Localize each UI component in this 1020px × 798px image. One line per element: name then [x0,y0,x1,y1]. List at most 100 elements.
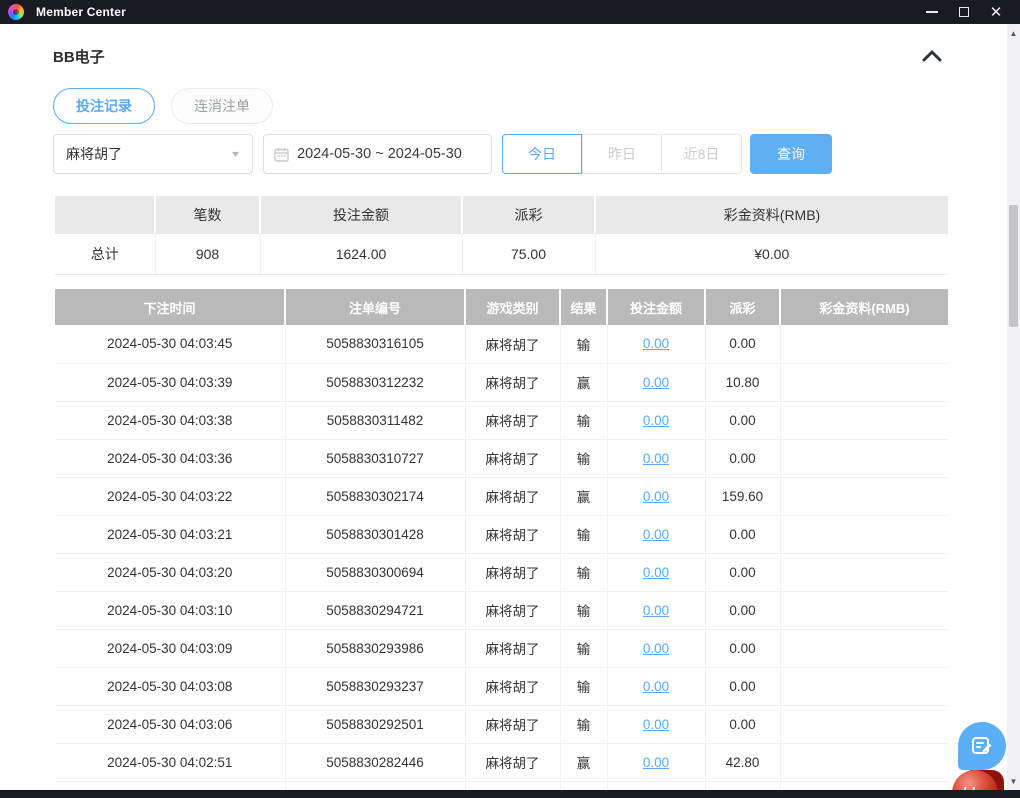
quick-range-8days[interactable]: 近8日 [662,134,742,174]
summary-total-label: 总计 [55,234,156,275]
collapse-section-button[interactable] [918,44,946,68]
payout-cell: 0.00 [705,515,781,554]
bet-amount-link[interactable]: 0.00 [643,413,669,428]
summary-total-payout: 75.00 [462,234,596,275]
payout-cell: 10.80 [705,363,781,402]
bet-amount-link[interactable]: 0.00 [643,717,669,732]
chevron-up-icon [922,50,942,62]
bet-amount-cell: 0.00 [607,705,706,744]
summary-total-bet-amount: 1624.00 [260,234,463,275]
result-cell [560,781,608,790]
bet-amount-link[interactable]: 0.00 [643,679,669,694]
order-id-cell [285,781,466,790]
query-button[interactable]: 查询 [750,134,832,174]
table-row: 2024-05-30 04:03:10 5058830294721 麻将胡了输 0.0… [55,591,948,630]
payout-cell: 0.00 [705,629,781,668]
bet-amount-link[interactable]: 0.00 [643,603,669,618]
filter-bar: 麻将胡了 ▼ 2024-05-30 ~ 2024-05-30 今日 昨日 近8日… [53,134,832,174]
bet-amount-cell: 0.00 [607,667,706,706]
feedback-button[interactable] [958,722,1006,770]
summary-header-payout: 派彩 [462,196,596,234]
game-type-cell: 麻将胡了 [465,667,561,706]
table-row: 2024-05-30 04:03:22 5058830302174 麻将胡了赢 0.0… [55,477,948,516]
header-payout: 派彩 [705,289,781,325]
bet-amount-cell: 0.00 [607,477,706,516]
bonus-cell [780,477,948,516]
bet-time-cell: 2024-05-30 04:03:08 [55,667,286,706]
bet-amount-cell: 0.00 [607,439,706,478]
scroll-up-arrow-icon[interactable]: ▲ [1007,26,1020,40]
bet-amount-cell: 0.00 [607,515,706,554]
bet-amount-cell: 0.00 [607,743,706,782]
bet-amount-cell: 0.00 [607,363,706,402]
summary-header-empty [55,196,156,234]
bet-amount-cell: 0.00 [607,325,706,364]
result-cell: 赢 [560,363,608,402]
bbn-logo-button[interactable]: bbn [950,768,1006,790]
payout-cell: 0.00 [705,667,781,706]
bet-records-table: 下注时间 注单编号 游戏类别 结果 投注金额 派彩 彩金资料(RMB) 2024… [55,289,948,790]
header-order-id: 注单编号 [285,289,466,325]
order-id-cell: 5058830301428 [285,515,466,554]
scroll-down-arrow-icon[interactable]: ▼ [1007,774,1020,788]
table-row: 2024-05-30 04:03:09 5058830293986 麻将胡了输 0.0… [55,629,948,668]
quick-range-today-label: 今日 [528,146,556,162]
bonus-cell [780,515,948,554]
game-select[interactable]: 麻将胡了 ▼ [53,134,253,174]
app-logo-icon [8,4,24,20]
result-cell: 输 [560,629,608,668]
tab-bet-records[interactable]: 投注记录 [53,88,155,124]
game-type-cell: 麻将胡了 [465,439,561,478]
header-bet-amount: 投注金额 [607,289,706,325]
payout-cell: 0.00 [705,705,781,744]
bet-amount-link[interactable]: 0.00 [643,527,669,542]
table-row: 2024-05-30 04:03:45 5058830316105 麻将胡了输 0.0… [55,325,948,364]
maximize-button[interactable] [948,0,980,24]
quick-range-yesterday[interactable]: 昨日 [582,134,662,174]
game-type-cell: 麻将胡了 [465,325,561,364]
bet-amount-link[interactable]: 0.00 [643,336,669,351]
bet-amount-link[interactable]: 0.00 [643,641,669,656]
bet-amount-link[interactable]: 0.00 [643,451,669,466]
result-cell: 输 [560,553,608,592]
tab-cascade-orders[interactable]: 连消注单 [171,88,273,124]
bet-amount-link[interactable]: 0.00 [643,565,669,580]
minimize-button[interactable] [916,0,948,24]
order-id-cell: 5058830310727 [285,439,466,478]
header-game-type: 游戏类别 [465,289,561,325]
page-title: BB电子 [53,49,105,66]
order-id-cell: 5058830300694 [285,553,466,592]
payout-cell [705,781,781,790]
bonus-cell [780,401,948,440]
order-id-cell: 5058830292501 [285,705,466,744]
summary-table: 笔数 投注金额 派彩 彩金资料(RMB) 总计 908 1624.00 75.0… [55,196,948,275]
scrollbar-thumb[interactable] [1009,205,1018,327]
bet-amount-link[interactable]: 0.00 [643,755,669,770]
minimize-icon [926,11,938,13]
bet-amount-link[interactable]: 0.00 [643,489,669,504]
bet-amount-link[interactable]: 0.00 [643,375,669,390]
summary-header-bet-amount: 投注金额 [260,196,463,234]
bonus-cell [780,553,948,592]
window-title: Member Center [36,5,126,19]
close-button[interactable]: ✕ [980,0,1012,24]
bonus-cell [780,705,948,744]
order-id-cell: 5058830302174 [285,477,466,516]
vertical-scrollbar[interactable]: ▲ ▼ [1007,24,1020,790]
bet-amount-cell: 0.00 [607,591,706,630]
date-range-input[interactable]: 2024-05-30 ~ 2024-05-30 [263,134,492,174]
result-cell: 输 [560,439,608,478]
payout-cell: 42.80 [705,743,781,782]
bet-amount-cell: 0.00 [607,401,706,440]
bonus-cell [780,325,948,364]
summary-header-count: 笔数 [155,196,261,234]
calendar-icon [274,147,289,162]
result-cell: 输 [560,515,608,554]
header-bet-time: 下注时间 [55,289,286,325]
game-type-cell: 麻将胡了 [465,401,561,440]
quick-range-today[interactable]: 今日 [502,134,582,174]
order-id-cell: 5058830293986 [285,629,466,668]
bet-amount-cell: 0.00 [607,553,706,592]
game-type-cell: 麻将胡了 [465,591,561,630]
game-type-cell: 麻将胡了 [465,515,561,554]
